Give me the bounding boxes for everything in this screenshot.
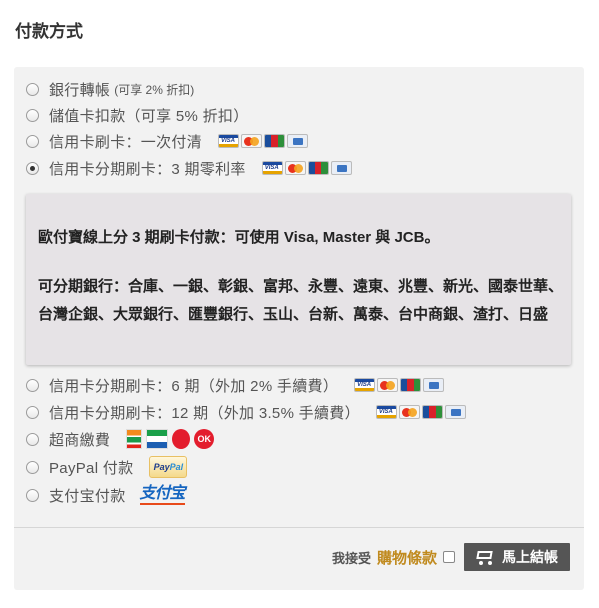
installment-info-box: 歐付寶線上分 3 期刷卡付款：可使用 Visa, Master 與 JCB。 可… xyxy=(26,194,571,365)
jcb-icon xyxy=(421,405,443,419)
checkout-button[interactable]: 馬上結帳 xyxy=(464,543,570,571)
payment-option-convenience-store[interactable]: 超商繳費 OK xyxy=(26,429,215,449)
card-logos: VISA xyxy=(218,134,309,148)
mastercard-icon xyxy=(284,161,306,175)
divider xyxy=(14,527,584,528)
radio-button[interactable] xyxy=(26,460,39,474)
card-logos: VISA xyxy=(261,161,352,175)
agree-checkbox[interactable] xyxy=(443,551,455,563)
card-logos: VISA xyxy=(375,405,466,419)
terms-link[interactable]: 購物條款 xyxy=(377,547,437,568)
visa-icon: VISA xyxy=(375,405,397,419)
payment-panel: 銀行轉帳 (可享 2% 折扣) 儲值卡扣款（可享 5% 折扣） 信用卡刷卡：一次… xyxy=(14,67,584,590)
card-logos: VISA xyxy=(354,378,445,392)
ok-mart-icon: OK xyxy=(194,429,215,449)
section-title: 付款方式 xyxy=(15,22,83,41)
radio-button[interactable] xyxy=(26,108,39,122)
mastercard-icon xyxy=(377,378,399,392)
cart-icon xyxy=(474,549,494,565)
option-note: (可享 2% 折扣) xyxy=(114,82,195,97)
store-logos: OK xyxy=(126,429,215,449)
jcb-icon xyxy=(400,378,422,392)
paypal-icon: Pay Pal xyxy=(149,456,188,478)
option-label: 信用卡分期刷卡：6 期（外加 2% 手續費） xyxy=(49,377,339,395)
payment-option-alipay[interactable]: 支付宝付款 支付宝 xyxy=(26,485,186,505)
payment-option-installment-6[interactable]: 信用卡分期刷卡：6 期（外加 2% 手續費） VISA xyxy=(26,375,445,395)
card-icon xyxy=(330,161,352,175)
card-icon xyxy=(423,378,445,392)
radio-button[interactable] xyxy=(26,405,39,419)
radio-button[interactable] xyxy=(26,432,39,446)
payment-option-credit-full[interactable]: 信用卡刷卡：一次付清 VISA xyxy=(26,131,309,151)
radio-button[interactable] xyxy=(26,378,39,392)
visa-icon: VISA xyxy=(218,134,240,148)
hilife-icon xyxy=(172,429,191,449)
payment-option-paypal[interactable]: PayPal 付款 Pay Pal xyxy=(26,456,188,478)
familymart-icon xyxy=(146,429,169,449)
mastercard-icon xyxy=(241,134,263,148)
option-label: PayPal 付款 xyxy=(49,459,134,477)
radio-button[interactable] xyxy=(26,134,39,148)
payment-option-installment-12[interactable]: 信用卡分期刷卡：12 期（外加 3.5% 手續費） VISA xyxy=(26,402,466,422)
option-label: 信用卡分期刷卡：3 期零利率 xyxy=(49,160,246,178)
info-supported-banks: 可分期銀行：合庫、一銀、彰銀、富邦、永豐、遠東、兆豐、新光、國泰世華、台灣企銀、… xyxy=(38,278,564,323)
radio-button[interactable] xyxy=(26,488,39,502)
alipay-icon: 支付宝 xyxy=(139,485,186,505)
radio-button[interactable] xyxy=(26,82,39,96)
radio-button-selected[interactable] xyxy=(26,161,39,175)
card-icon xyxy=(444,405,466,419)
option-label: 銀行轉帳 xyxy=(49,81,111,99)
agree-label: 我接受 xyxy=(331,550,371,566)
checkout-label: 馬上結帳 xyxy=(502,549,558,565)
mastercard-icon xyxy=(398,405,420,419)
7-eleven-icon xyxy=(126,429,143,449)
option-label: 信用卡分期刷卡：12 期（外加 3.5% 手續費） xyxy=(49,404,360,422)
visa-icon: VISA xyxy=(354,378,376,392)
option-label: 支付宝付款 xyxy=(49,487,126,505)
card-icon xyxy=(287,134,309,148)
checkout-footer: 我接受 購物條款 馬上結帳 xyxy=(14,543,570,571)
jcb-icon xyxy=(307,161,329,175)
option-label: 儲值卡扣款（可享 5% 折扣） xyxy=(49,107,249,125)
option-label: 超商繳費 xyxy=(49,431,111,449)
payment-option-bank-transfer[interactable]: 銀行轉帳 (可享 2% 折扣) xyxy=(26,79,194,99)
option-label: 信用卡刷卡：一次付清 xyxy=(49,133,203,151)
info-supported-cards: 歐付寶線上分 3 期刷卡付款：可使用 Visa, Master 與 JCB。 xyxy=(38,229,440,246)
visa-icon: VISA xyxy=(261,161,283,175)
jcb-icon xyxy=(264,134,286,148)
payment-option-stored-value[interactable]: 儲值卡扣款（可享 5% 折扣） xyxy=(26,105,249,125)
payment-option-installment-3[interactable]: 信用卡分期刷卡：3 期零利率 VISA xyxy=(26,158,352,178)
